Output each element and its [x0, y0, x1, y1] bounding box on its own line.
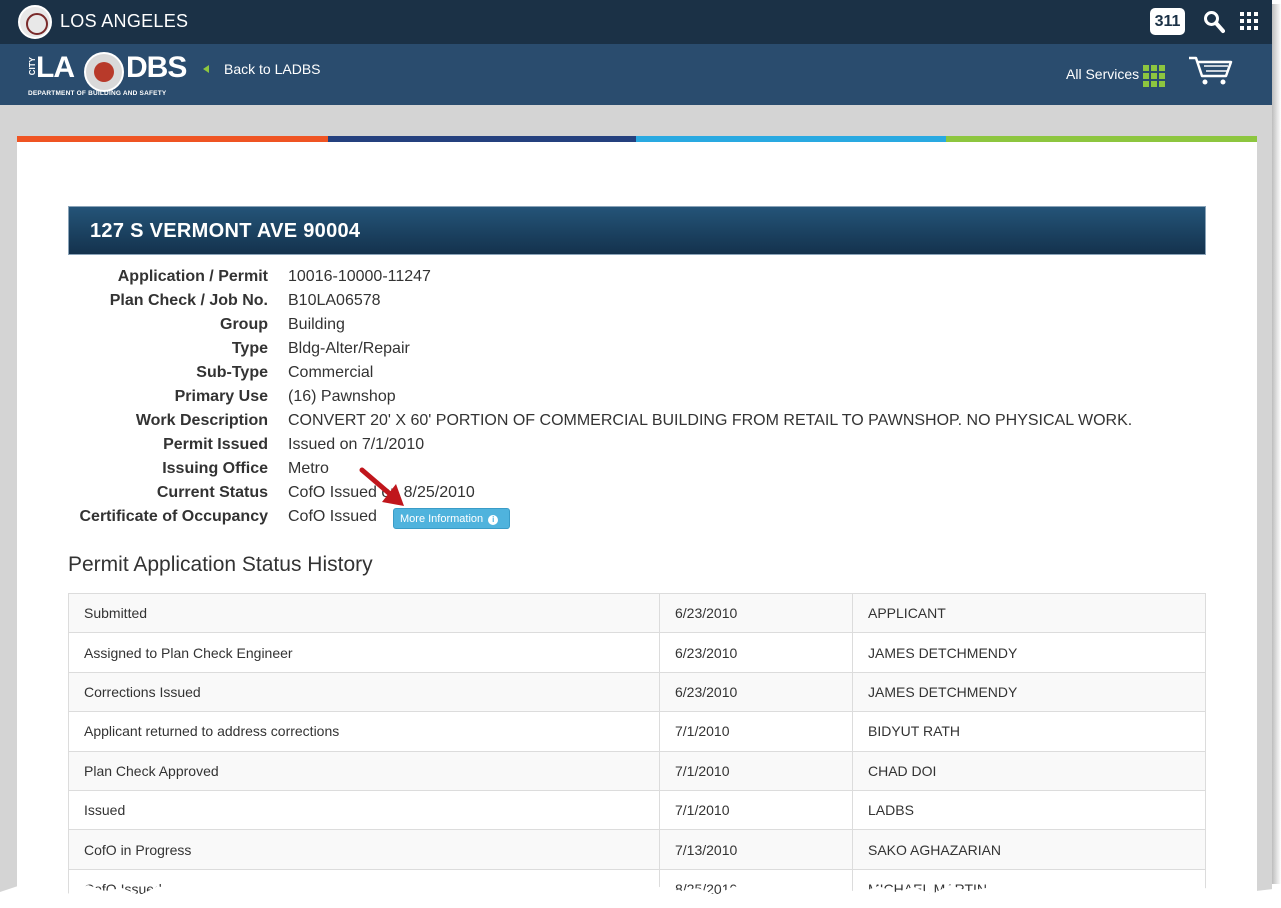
color-stripe-blue	[636, 136, 946, 142]
city-seal-icon[interactable]	[18, 5, 52, 39]
detail-row: Group Building	[68, 314, 1206, 338]
color-stripe-navy	[328, 136, 636, 142]
detail-value: Building	[288, 316, 345, 333]
history-date: 7/1/2010	[659, 711, 853, 752]
detail-label: Sub-Type	[196, 364, 268, 381]
info-icon: i	[488, 515, 499, 525]
detail-label: Application / Permit	[117, 268, 268, 285]
detail-value: Commercial	[288, 364, 374, 381]
history-event: Assigned to Plan Check Engineer	[68, 632, 660, 673]
logo-dbs: DBS	[126, 51, 187, 84]
history-person: CHAD DOI	[852, 750, 1206, 791]
color-stripe-green	[946, 136, 1257, 142]
history-title: Permit Application Status History	[68, 553, 373, 576]
detail-label: Permit Issued	[163, 436, 268, 453]
detail-value: Bldg-Alter/Repair	[288, 340, 410, 357]
detail-value: CONVERT 20' X 60' PORTION OF COMMERCIAL …	[288, 412, 1133, 429]
detail-row: Sub-Type Commercial	[68, 362, 1206, 386]
detail-label: Plan Check / Job No.	[109, 292, 268, 309]
detail-row: Application / Permit 10016-10000-11247	[68, 266, 1206, 290]
history-date: 6/23/2010	[659, 592, 853, 634]
logo-department-text: DEPARTMENT OF BUILDING AND SAFETY	[28, 90, 167, 97]
detail-row: Permit Issued Issued on 7/1/2010	[68, 434, 1206, 458]
color-stripe-orange	[17, 136, 328, 142]
history-person: JAMES DETCHMENDY	[852, 671, 1206, 713]
history-event: Applicant returned to address correction…	[68, 711, 660, 752]
history-person: APPLICANT	[852, 592, 1206, 634]
back-arrow-icon[interactable]	[203, 65, 209, 73]
red-arrow-icon	[359, 467, 404, 506]
detail-label: Type	[231, 340, 268, 357]
history-date: 7/13/2010	[659, 829, 853, 870]
torn-edge	[0, 885, 1281, 908]
history-event: Issued	[68, 789, 660, 831]
search-icon[interactable]	[1203, 10, 1225, 34]
apps-grid-icon[interactable]	[1240, 12, 1258, 30]
table-row: Assigned to Plan Check Engineer 6/23/2010…	[68, 632, 1206, 673]
address-title: 127 S VERMONT AVE 90004	[90, 220, 361, 242]
detail-value: B10LA06578	[288, 292, 381, 309]
history-event: Submitted	[68, 592, 660, 634]
history-event: CofO in Progress	[68, 829, 660, 870]
detail-value: Issued on 7/1/2010	[288, 436, 425, 453]
history-date: 6/23/2010	[659, 671, 853, 713]
all-services-grid-icon[interactable]	[1143, 65, 1165, 87]
table-row: Issued 7/1/2010 LADBS	[68, 789, 1206, 831]
city-name[interactable]: LOS ANGELES	[60, 11, 188, 32]
history-date: 7/1/2010	[659, 789, 853, 831]
permit-details: Application / Permit 10016-10000-11247 Pl…	[68, 266, 1206, 530]
table-row: Submitted 6/23/2010 APPLICANT	[68, 592, 1206, 634]
logo-la: LA	[36, 51, 75, 84]
address-header: 127 S VERMONT AVE 90004	[68, 206, 1206, 255]
detail-row: Certificate of Occupancy CofO Issued	[68, 506, 1206, 530]
page-shadow	[1272, 4, 1281, 884]
detail-row: Work Description CONVERT 20' X 60' PORTIO…	[68, 410, 1206, 434]
detail-value: CofO Issued	[288, 508, 377, 525]
detail-row: Primary Use (16) Pawnshop	[68, 386, 1206, 410]
detail-row: Plan Check / Job No. B10LA06578	[68, 290, 1206, 314]
history-event: Plan Check Approved	[68, 750, 660, 791]
detail-row: Current Status CofO Issued on 8/25/2010	[68, 482, 1206, 506]
history-event: Corrections Issued	[68, 671, 660, 713]
ladbs-logo[interactable]: CITY LA DBS DEPARTMENT OF BUILDING AND SA…	[28, 51, 188, 99]
more-information-button[interactable]: More Information i	[393, 508, 510, 529]
back-to-ladbs-link[interactable]: Back to LADBS	[224, 61, 321, 77]
detail-row: Type Bldg-Alter/Repair	[68, 338, 1206, 362]
ladbs-header-bar: CITY LA DBS DEPARTMENT OF BUILDING AND SA…	[0, 44, 1272, 105]
shopping-cart-icon[interactable]	[1188, 56, 1234, 86]
detail-label: Current Status	[156, 484, 268, 501]
city-header-bar: LOS ANGELES 311	[0, 0, 1272, 44]
logo-seal-icon	[84, 52, 124, 92]
detail-value: (16) Pawnshop	[288, 388, 396, 405]
detail-label: Certificate of Occupancy	[79, 508, 269, 525]
detail-label: Issuing Office	[162, 460, 268, 477]
detail-label: Primary Use	[174, 388, 268, 405]
history-date: 6/23/2010	[659, 632, 853, 673]
table-row: Applicant returned to address correction…	[68, 711, 1206, 752]
detail-row: Issuing Office Metro	[68, 458, 1206, 482]
history-person: LADBS	[852, 789, 1206, 831]
detail-label: Group	[220, 316, 268, 333]
detail-value: 10016-10000-11247	[288, 268, 431, 285]
status-history-table: Submitted 6/23/2010 APPLICANT Assigned to …	[68, 592, 1206, 908]
history-person: SAKO AGHAZARIAN	[852, 829, 1206, 870]
table-row: Plan Check Approved 7/1/2010 CHAD DOI	[68, 750, 1206, 791]
detail-value: Metro	[288, 460, 329, 477]
more-information-label: More Information	[400, 513, 484, 525]
history-person: BIDYUT RATH	[852, 711, 1206, 752]
history-person: JAMES DETCHMENDY	[852, 632, 1206, 673]
all-services-link[interactable]: All Services	[1066, 66, 1139, 82]
detail-label: Work Description	[135, 412, 268, 429]
table-row: Corrections Issued 6/23/2010 JAMES DETCHME…	[68, 671, 1206, 713]
history-date: 7/1/2010	[659, 750, 853, 791]
311-button[interactable]: 311	[1150, 8, 1185, 35]
table-row: CofO in Progress 7/13/2010 SAKO AGHAZARIAN	[68, 829, 1206, 870]
